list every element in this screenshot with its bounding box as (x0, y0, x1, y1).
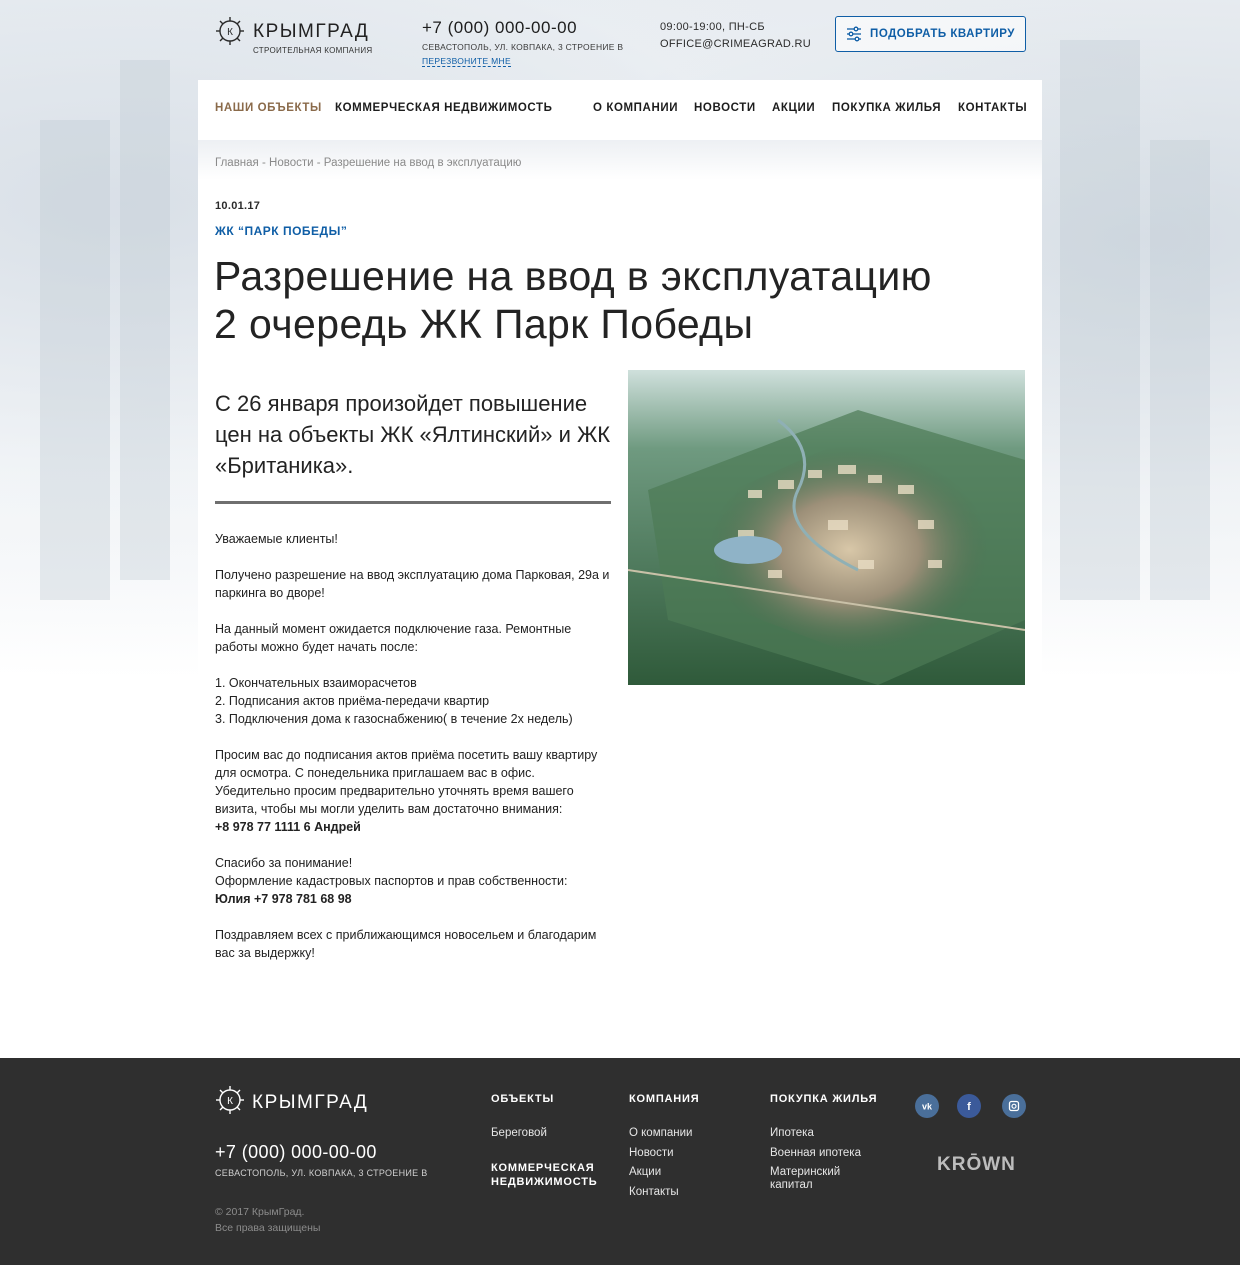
footer-objects-title: ОБЪЕКТЫ (491, 1093, 555, 1105)
nav-promotions[interactable]: АКЦИИ (772, 102, 815, 114)
instagram-icon[interactable] (1002, 1094, 1026, 1118)
vk-icon[interactable]: vk (915, 1094, 939, 1118)
footer-link-military-mortgage[interactable]: Военная ипотека (770, 1147, 861, 1160)
copyright-text: © 2017 КрымГрад. (215, 1206, 305, 1218)
article-project-link[interactable]: ЖК “ПАРК ПОБЕДЫ” (215, 224, 347, 238)
article-date: 10.01.17 (215, 200, 261, 212)
article-title-line2: 2 очередь ЖК Парк Победы (214, 301, 754, 347)
list-item: 2. Подписания актов приёма-передачи квар… (215, 694, 490, 708)
footer-logo-name: КРЫМГРАД (252, 1092, 369, 1113)
main-nav: НАШИ ОБЪЕКТЫ КОММЕРЧЕСКАЯ НЕДВИЖИМОСТЬ О… (198, 80, 1042, 140)
article-cadastral: Оформление кадастровых паспортов и прав … (215, 874, 568, 888)
footer-commercial-link[interactable]: КОММЕРЧЕСКАЯ НЕДВИЖИМОСТЬ (491, 1161, 611, 1189)
breadcrumb: Главная - Новости - Разрешение на ввод в… (215, 157, 521, 169)
article-body: Уважаемые клиенты! Получено разрешение н… (215, 530, 613, 980)
svg-text:К: К (227, 1096, 233, 1107)
breadcrumb-separator: - (313, 157, 324, 169)
pick-apartment-label: ПОДОБРАТЬ КВАРТИРУ (870, 28, 1015, 40)
article-closing: Поздравляем всех с приближающимся новосе… (215, 928, 597, 960)
logo-mark-icon: К (216, 17, 244, 45)
footer-link-news[interactable]: Новости (629, 1147, 674, 1160)
logo-subtitle: СТРОИТЕЛЬНАЯ КОМПАНИЯ (253, 46, 373, 55)
logo-mark-icon: К (216, 1086, 244, 1114)
article-paragraph: На данный момент ожидается подключение г… (215, 622, 572, 654)
breadcrumb-news[interactable]: Новости (269, 157, 314, 169)
facebook-icon[interactable]: f (957, 1094, 981, 1118)
contact-phone-yulia[interactable]: Юлия +7 978 781 68 98 (215, 892, 352, 906)
article-paragraph: Получено разрешение на ввод эксплуатацию… (215, 568, 610, 600)
callback-link[interactable]: ПЕРЕЗВОНИТЕ МНЕ (422, 56, 511, 67)
pick-apartment-button[interactable]: ПОДОБРАТЬ КВАРТИРУ (835, 16, 1026, 52)
svg-text:vk: vk (922, 1102, 933, 1112)
footer-link-maternity-capital[interactable]: Материнский капитал (770, 1166, 870, 1192)
site-footer: К КРЫМГРАД +7 (000) 000-00-00 СЕВАСТОПОЛ… (0, 1058, 1240, 1265)
header-email[interactable]: OFFICE@CRIMEAGRAD.RU (660, 38, 811, 50)
footer-link-beregovoy[interactable]: Береговой (491, 1127, 547, 1140)
list-item: 1. Окончательных взаиморасчетов (215, 676, 417, 690)
sliders-icon (847, 26, 862, 42)
nav-about[interactable]: О КОМПАНИИ (593, 102, 678, 114)
breadcrumb-home[interactable]: Главная (215, 157, 259, 169)
article-greeting: Уважаемые клиенты! (215, 532, 338, 546)
header-phone[interactable]: +7 (000) 000-00-00 (422, 18, 577, 38)
breadcrumb-separator: - (258, 157, 270, 169)
article-lead: С 26 января произойдет повышение цен на … (215, 391, 611, 478)
footer-link-about[interactable]: О компании (629, 1127, 692, 1140)
footer-address: СЕВАСТОПОЛЬ, УЛ. КОВПАКА, 3 СТРОЕНИЕ В (215, 1168, 428, 1178)
contact-phone-andrey[interactable]: +8 978 77 1111 6 Андрей (215, 820, 361, 834)
footer-link-promotions[interactable]: Акции (629, 1166, 661, 1179)
svg-text:К: К (227, 27, 233, 38)
footer-buying-title: ПОКУПКА ЖИЛЬЯ (770, 1093, 878, 1105)
site-header: К КРЫМГРАД СТРОИТЕЛЬНАЯ КОМПАНИЯ +7 (000… (198, 0, 1042, 80)
footer-copyright: © 2017 КрымГрад. Все права защищены (215, 1204, 320, 1236)
nav-commercial[interactable]: КОММЕРЧЕСКАЯ НЕДВИЖИМОСТЬ (335, 102, 553, 114)
footer-logo[interactable]: К КРЫМГРАД (215, 1085, 375, 1117)
footer-link-mortgage[interactable]: Ипотека (770, 1127, 814, 1140)
footer-phone[interactable]: +7 (000) 000-00-00 (215, 1142, 377, 1163)
footer-company-title: КОМПАНИЯ (629, 1093, 700, 1105)
aerial-rendering-image (628, 370, 1025, 685)
logo[interactable]: К КРЫМГРАД СТРОИТЕЛЬНАЯ КОМПАНИЯ (215, 16, 372, 60)
article-paragraph: Просим вас до подписания актов приёма по… (215, 748, 598, 816)
logo-name: КРЫМГРАД (253, 21, 370, 42)
svg-text:f: f (967, 1101, 971, 1113)
article-thanks: Спасибо за понимание! (215, 856, 353, 870)
list-item: 3. Подключения дома к газоснабжению( в т… (215, 712, 573, 726)
rights-text: Все права защищены (215, 1222, 321, 1234)
lead-divider (215, 501, 611, 504)
nav-our-objects[interactable]: НАШИ ОБЪЕКТЫ (215, 102, 322, 114)
nav-buying[interactable]: ПОКУПКА ЖИЛЬЯ (832, 102, 941, 114)
breadcrumb-current: Разрешение на ввод в эксплуатацию (323, 157, 522, 169)
working-hours: 09:00-19:00, ПН-СБ (660, 21, 765, 33)
nav-contacts[interactable]: КОНТАКТЫ (958, 102, 1027, 114)
article-title: Разрешение на ввод в эксплуатацию 2 очер… (214, 252, 1024, 348)
nav-news[interactable]: НОВОСТИ (694, 102, 756, 114)
header-address: СЕВАСТОПОЛЬ, УЛ. КОВПАКА, 3 СТРОЕНИЕ В (422, 42, 624, 52)
content-panel: НАШИ ОБЪЕКТЫ КОММЕРЧЕСКАЯ НЕДВИЖИМОСТЬ О… (198, 80, 1042, 1058)
article-title-line1: Разрешение на ввод в эксплуатацию (214, 253, 932, 299)
krown-partner-logo[interactable]: KRŌWN (937, 1154, 1016, 1176)
footer-link-contacts[interactable]: Контакты (629, 1186, 679, 1199)
